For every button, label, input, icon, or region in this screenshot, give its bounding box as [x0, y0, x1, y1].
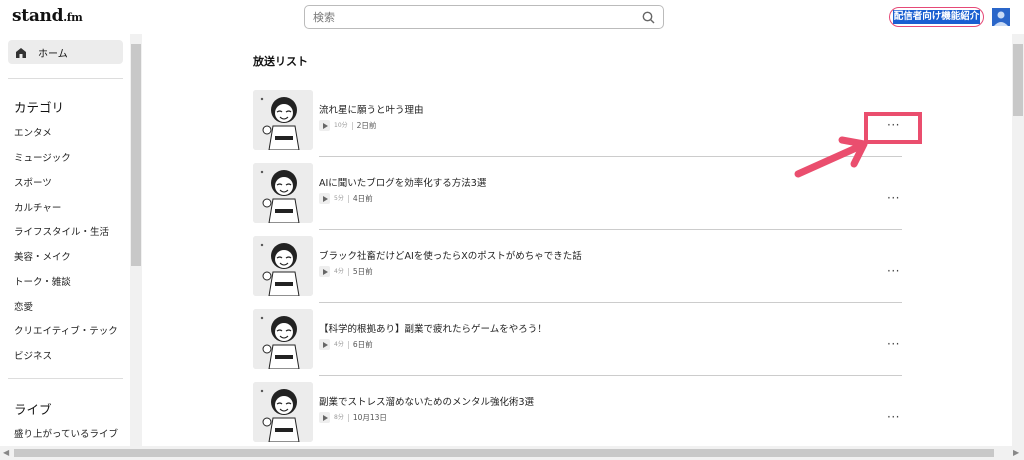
episode-duration: 10分 [334, 121, 353, 130]
episode-duration: 4分 [334, 340, 349, 349]
sidebar-item-popular-live[interactable]: 盛り上がっているライブ [14, 426, 118, 440]
play-icon[interactable] [319, 412, 330, 423]
episode-thumbnail[interactable] [253, 236, 313, 296]
episode-duration: 8分 [334, 413, 349, 422]
episode-title[interactable]: ブラック社畜だけどAIを使ったらXのポストがめちゃできた話 [319, 248, 582, 262]
sidebar-item-beauty[interactable]: 美容・メイク [14, 249, 71, 263]
live-section-title: ライブ [14, 402, 52, 417]
episode-title[interactable]: 副業でストレス溜めないためのメンタル強化術3選 [319, 394, 534, 408]
sidebar-item-culture[interactable]: カルチャー [14, 200, 61, 214]
logo-suffix: .fm [63, 11, 83, 24]
divider [319, 375, 902, 376]
more-options-icon[interactable]: ··· [887, 192, 900, 204]
page-title: 放送リスト [253, 55, 308, 68]
sidebar-item-sports[interactable]: スポーツ [14, 175, 52, 189]
sidebar-scrollbar[interactable] [130, 34, 142, 446]
sidebar-item-creative-tech[interactable]: クリエイティブ・テック [14, 323, 118, 337]
episode-date: 5日前 [352, 267, 373, 276]
sidebar-item-lifestyle[interactable]: ライフスタイル・生活 [14, 224, 109, 238]
sidebar-item-music[interactable]: ミュージック [14, 150, 71, 164]
episode-duration: 5分 [334, 194, 349, 203]
creator-features-button[interactable]: 配信者向け機能紹介 [889, 7, 984, 27]
episode-thumbnail[interactable] [253, 309, 313, 369]
episode-thumbnail[interactable] [253, 163, 313, 223]
episode-meta: 4分 5日前 [319, 266, 373, 277]
episode-title[interactable]: 流れ星に願うと叶う理由 [319, 102, 424, 116]
divider [8, 78, 123, 79]
search-icon[interactable] [637, 6, 659, 28]
more-options-icon[interactable]: ··· [887, 265, 900, 277]
episode-meta: 4分 6日前 [319, 339, 373, 350]
sidebar-item-home[interactable]: ホーム [8, 40, 123, 64]
sidebar-item-entertainment[interactable]: エンタメ [14, 125, 52, 139]
play-icon[interactable] [319, 266, 330, 277]
divider [319, 302, 902, 303]
main-scrollbar[interactable] [1012, 34, 1024, 446]
sidebar-item-business[interactable]: ビジネス [14, 348, 52, 362]
episode-thumbnail[interactable] [253, 90, 313, 150]
main-scrollbar-thumb[interactable] [1013, 44, 1023, 116]
divider [319, 229, 902, 230]
main-content: 放送リスト 流れ星に願うと叶う理由 10分 2日前 ··· AIに聞いたブログを… [142, 34, 1012, 446]
episode-date: 4日前 [352, 194, 373, 203]
more-options-icon[interactable]: ··· [887, 338, 900, 350]
episode-date: 6日前 [352, 340, 373, 349]
highlight-box [864, 112, 922, 144]
search-input[interactable] [313, 7, 637, 27]
horizontal-scrollbar[interactable]: ◀ ▶ [0, 446, 1024, 460]
horizontal-scrollbar-thumb[interactable] [14, 449, 994, 457]
user-avatar-icon[interactable] [992, 8, 1010, 26]
creator-features-label: 配信者向け機能紹介 [892, 10, 981, 24]
episode-title[interactable]: 【科学的根拠あり】副業で疲れたらゲームをやろう！ [319, 321, 547, 335]
play-icon[interactable] [319, 193, 330, 204]
episode-date: 10月13日 [352, 413, 387, 422]
logo[interactable]: stand.fm [12, 6, 83, 26]
episode-date: 2日前 [356, 121, 377, 130]
scroll-left-icon[interactable]: ◀ [3, 448, 9, 457]
sidebar-scrollbar-thumb[interactable] [131, 44, 141, 266]
episode-meta: 10分 2日前 [319, 120, 376, 131]
logo-main: stand [12, 6, 64, 26]
sidebar-item-label: ホーム [38, 48, 68, 60]
list-item[interactable]: 【科学的根拠あり】副業で疲れたらゲームをやろう！ 4分 6日前 ··· [253, 309, 903, 376]
annotation-arrow-icon [794, 136, 868, 178]
sidebar-item-talk[interactable]: トーク・雑談 [14, 274, 71, 288]
episode-thumbnail[interactable] [253, 382, 313, 442]
sidebar-item-romance[interactable]: 恋愛 [14, 299, 33, 313]
episode-title[interactable]: AIに聞いたブログを効率化する方法3選 [319, 175, 486, 189]
search-box[interactable] [304, 5, 664, 29]
more-options-icon[interactable]: ··· [887, 411, 900, 423]
episode-meta: 5分 4日前 [319, 193, 373, 204]
category-section-title: カテゴリ [14, 100, 65, 115]
scroll-right-icon[interactable]: ▶ [1013, 448, 1019, 457]
divider [8, 378, 123, 379]
episode-duration: 4分 [334, 267, 349, 276]
episode-meta: 8分 10月13日 [319, 412, 387, 423]
home-icon [14, 45, 28, 59]
list-item[interactable]: 副業でストレス溜めないためのメンタル強化術3選 8分 10月13日 ··· [253, 382, 903, 444]
sidebar: ホーム カテゴリ エンタメ ミュージック スポーツ カルチャー ライフスタイル・… [0, 34, 130, 446]
play-icon[interactable] [319, 339, 330, 350]
list-item[interactable]: ブラック社畜だけどAIを使ったらXのポストがめちゃできた話 4分 5日前 ··· [253, 236, 903, 303]
header: stand.fm 配信者向け機能紹介 [0, 0, 1024, 34]
play-icon[interactable] [319, 120, 330, 131]
